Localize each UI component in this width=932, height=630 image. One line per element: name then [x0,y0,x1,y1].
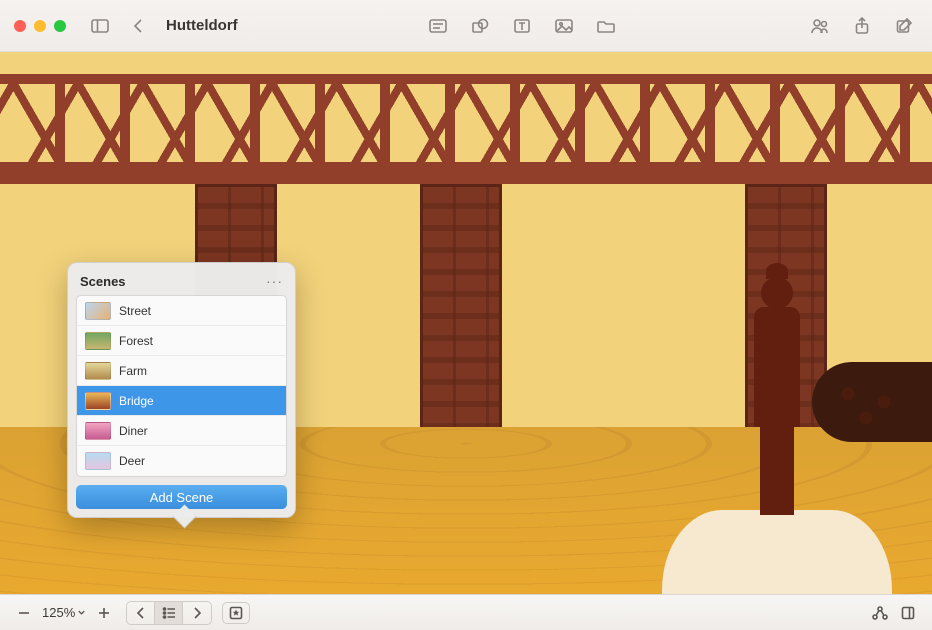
scene-label: Street [119,304,151,318]
scene-thumb-icon [85,332,111,350]
scene-item-street[interactable]: Street [77,296,286,326]
titlebar: Hutteldorf [0,0,932,52]
bush-graphic [812,362,932,442]
scene-label: Deer [119,454,145,468]
scene-list-toggle-button[interactable] [155,602,183,624]
scene-thumb-icon [85,392,111,410]
format-button[interactable] [424,12,452,40]
scene-list: Street Forest Farm Bridge Diner Deer [76,295,287,477]
text-box-button[interactable] [508,12,536,40]
scene-item-forest[interactable]: Forest [77,326,286,356]
shapes-button[interactable] [466,12,494,40]
compose-button[interactable] [890,12,918,40]
close-window-button[interactable] [14,20,26,32]
next-scene-button[interactable] [183,602,211,624]
scene-label: Farm [119,364,147,378]
inspector-toggle-button[interactable] [896,602,920,624]
scenes-more-button[interactable]: ··· [266,273,283,289]
highlight-button[interactable] [222,602,250,624]
back-button[interactable] [124,12,152,40]
window-controls [14,20,66,32]
prev-scene-button[interactable] [127,602,155,624]
bridge-deck-graphic [0,162,932,184]
fullscreen-window-button[interactable] [54,20,66,32]
scene-item-deer[interactable]: Deer [77,446,286,476]
scene-label: Diner [119,424,148,438]
rock-graphic [662,510,892,594]
scenes-popover: Scenes ··· Street Forest Farm Bridge Din… [67,262,296,518]
zoom-out-button[interactable] [12,602,36,624]
minimize-window-button[interactable] [34,20,46,32]
zoom-in-button[interactable] [92,602,116,624]
folder-button[interactable] [592,12,620,40]
collaborate-button[interactable] [806,12,834,40]
scene-label: Forest [119,334,153,348]
scene-thumb-icon [85,362,111,380]
document-title: Hutteldorf [166,17,238,34]
scene-label: Bridge [119,394,154,408]
scene-item-bridge[interactable]: Bridge [77,386,286,416]
add-scene-button[interactable]: Add Scene [76,485,287,509]
scene-item-farm[interactable]: Farm [77,356,286,386]
scenes-header: Scenes ··· [76,271,287,295]
scene-thumb-icon [85,302,111,320]
share-button[interactable] [848,12,876,40]
media-button[interactable] [550,12,578,40]
toolbar-center-group [424,12,620,40]
connections-button[interactable] [868,602,892,624]
scene-thumb-icon [85,452,111,470]
zoom-value-label: 125% [42,605,75,620]
chevron-down-icon [77,608,86,617]
figure-silhouette [737,277,817,517]
scenes-title: Scenes [80,274,126,289]
toolbar-right-group [806,12,918,40]
scene-thumb-icon [85,422,111,440]
bottom-bar: 125% [0,594,932,630]
navigator-segment [126,601,212,625]
sidebar-toggle-button[interactable] [86,12,114,40]
bridge-truss-graphic [0,74,932,164]
scene-item-diner[interactable]: Diner [77,416,286,446]
zoom-value-dropdown[interactable]: 125% [40,605,88,620]
